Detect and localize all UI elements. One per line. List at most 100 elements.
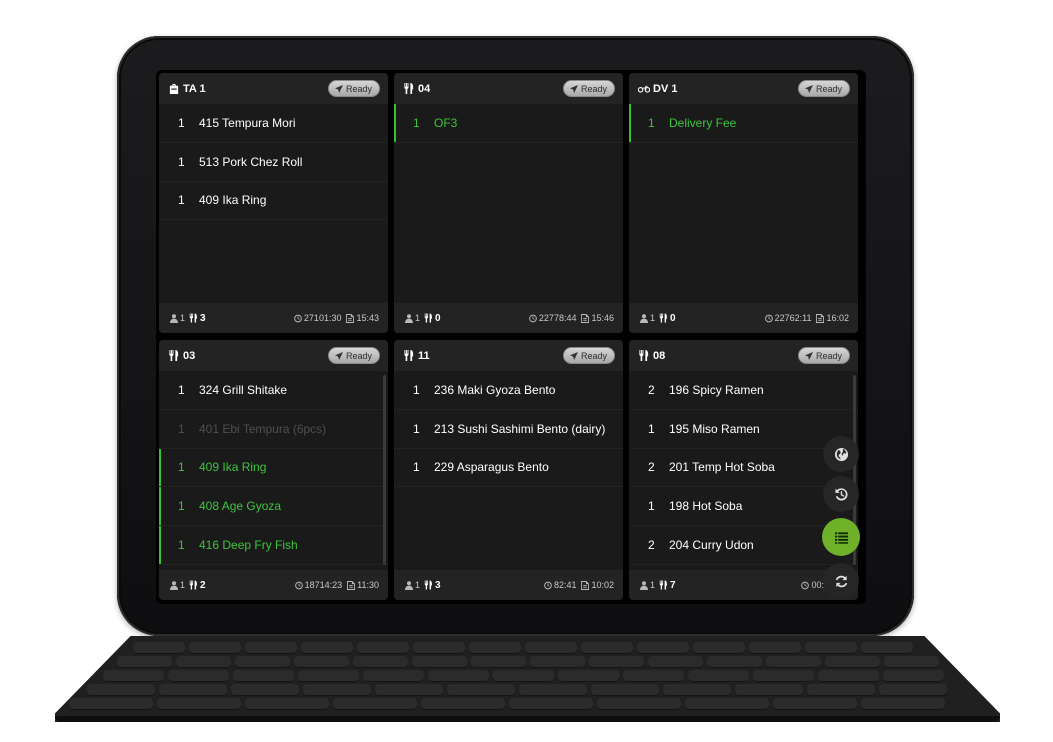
item-quantity: 1 [178,115,185,130]
guest-count-value: 1 [650,313,656,323]
order-item[interactable]: 2 196 Spicy Ramen [629,371,858,410]
order-card[interactable]: TA 1 Ready 1 415 Tempura Mori 1 513 Pork… [159,73,388,333]
order-card[interactable]: 03 Ready 1 324 Grill Shitake 1 401 Ebi T… [159,340,388,600]
refresh-icon [835,575,847,587]
refresh-button[interactable] [823,563,859,599]
order-time: 10:02 [581,580,614,590]
order-time-value: 15:46 [591,313,614,323]
order-card[interactable]: 04 Ready 1 OF3 1 0 22778:44 15:46 [394,73,623,333]
keyboard-key [87,684,155,695]
order-card[interactable]: 08 Ready 2 196 Spicy Ramen 1 195 Miso Ra… [629,340,858,600]
item-quantity: 2 [648,460,655,475]
item-quantity: 1 [413,115,420,130]
keyboard-key [303,684,371,695]
order-item[interactable]: 1 236 Maki Gyoza Bento [394,371,623,410]
course-count-value: 3 [200,312,206,324]
keyboard-key [818,670,879,681]
guest-count-value: 1 [415,313,421,323]
item-quantity: 1 [178,421,185,436]
order-item[interactable]: 1 Delivery Fee [629,104,858,143]
item-quantity: 1 [178,154,185,169]
order-time-value: 15:43 [356,313,379,323]
ready-button[interactable]: Ready [797,80,850,97]
keyboard-key [766,656,821,667]
keyboard-key [301,642,353,653]
keyboard-key [168,670,229,681]
scrollbar[interactable] [383,375,386,565]
clock-icon [801,581,810,589]
keyboard-key [117,656,172,667]
order-card[interactable]: DV 1 Ready 1 Delivery Fee 1 0 22762:11 1… [629,73,858,333]
item-name: 201 Temp Hot Soba [669,460,775,475]
ready-button[interactable]: Ready [327,80,380,97]
order-card[interactable]: 11 Ready 1 236 Maki Gyoza Bento 1 213 Su… [394,340,623,600]
course-count: 0 [424,313,441,324]
order-item[interactable]: 1 415 Tempura Mori [159,104,388,143]
list-icon [834,531,848,544]
course-count-value: 0 [670,312,676,324]
keyboard-key [805,642,857,653]
keyboard-key [663,684,731,695]
order-items-list: 1 324 Grill Shitake 1 401 Ebi Tempura (6… [159,371,388,571]
order-items-list: 1 OF3 [394,104,623,304]
ready-button[interactable]: Ready [562,347,615,364]
keyboard-key [471,656,526,667]
item-name: 236 Maki Gyoza Bento [434,382,556,397]
order-item[interactable]: 1 409 Ika Ring [159,448,388,488]
order-item[interactable]: 1 195 Miso Ramen [629,410,858,449]
order-item[interactable]: 1 409 Ika Ring [159,182,388,221]
keyboard-key [530,656,585,667]
keyboard-key [749,642,801,653]
cutlery-icon [638,350,650,361]
ready-button[interactable]: Ready [562,80,615,97]
globe-icon [834,447,848,461]
keyboard-key [447,684,515,695]
order-title: DV 1 [638,83,677,95]
item-quantity: 1 [413,382,420,397]
list-view-button[interactable] [822,518,860,556]
keyboard-edge [55,716,1000,722]
guest-count: 1 [640,313,655,323]
document-icon [581,313,590,323]
order-item[interactable]: 1 513 Pork Chez Roll [159,143,388,182]
user-icon [405,313,413,323]
user-icon [170,313,178,323]
order-item[interactable]: 1 OF3 [394,104,623,143]
order-time-value: 16:02 [826,313,849,323]
globe-button[interactable] [823,436,859,472]
card-header: DV 1 Ready [629,73,858,104]
keyboard-key [245,642,297,653]
keyboard-row [87,684,947,695]
item-name: 324 Grill Shitake [199,382,288,397]
order-item[interactable]: 1 324 Grill Shitake [159,371,388,410]
keyboard-row [117,656,939,667]
order-item[interactable]: 1 416 Deep Fry Fish [159,526,388,565]
order-item[interactable]: 1 229 Asparagus Bento [394,449,623,488]
clock-icon [544,581,552,589]
order-item[interactable]: 1 408 Age Gyoza [159,487,388,527]
cutlery-icon [403,350,415,361]
keyboard-key [693,642,745,653]
card-footer: 1 3 82:41 10:02 [394,570,623,600]
history-button[interactable] [823,476,859,512]
item-name: 213 Sushi Sashimi Bento (dairy) [434,421,606,436]
ready-button[interactable]: Ready [327,347,380,364]
ready-button[interactable]: Ready [797,347,850,364]
guest-count-value: 1 [415,580,421,590]
cutlery-icon [189,313,197,323]
keyboard-key [773,698,857,709]
item-quantity: 1 [413,421,420,436]
order-item[interactable]: 1 401 Ebi Tempura (6pcs) [159,410,388,449]
guest-count-value: 1 [180,580,186,590]
cutlery-icon [403,83,415,94]
card-header: 11 Ready [394,340,623,371]
item-name: 401 Ebi Tempura (6pcs) [199,421,327,436]
keyboard-key [685,698,769,709]
course-count: 0 [659,313,676,324]
order-time-value: 11:30 [357,580,379,590]
keyboard-key [509,698,593,709]
order-item[interactable]: 1 213 Sushi Sashimi Bento (dairy) [394,410,623,449]
course-count-value: 0 [435,312,441,324]
item-name: 204 Curry Udon [669,538,754,553]
course-count: 3 [424,580,441,591]
